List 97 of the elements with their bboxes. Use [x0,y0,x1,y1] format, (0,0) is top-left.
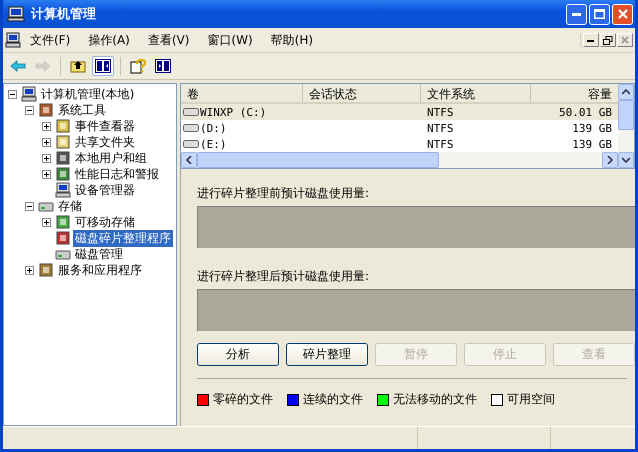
menu-item[interactable]: 操作(A) [79,32,139,48]
scroll-right-button[interactable] [602,152,618,168]
volume-row[interactable]: (E:) NTFS 139 GB [181,136,618,152]
usage-label: 进行碎片整理后预计磁盘使用量: [197,268,370,285]
right-arrow-icon [35,60,51,72]
table-cell-text: 139 GB [571,122,613,134]
usage-label: 进行碎片整理前预计磁盘使用量: [197,185,370,202]
pane-toggle-icon [155,59,171,73]
table-cell-text: NTFS [426,138,454,150]
tree-item[interactable]: 计算机管理(本地) [39,86,136,102]
computer-icon [7,6,25,22]
tree-item[interactable]: 系统工具 [56,102,108,118]
minimize-button[interactable] [583,33,599,47]
left-arrow-icon [10,60,26,72]
close-icon [618,9,628,19]
program-icon [55,118,71,134]
column-header[interactable]: 容量 [531,84,618,102]
maximize-icon [594,9,605,19]
down-chevron-icon [622,157,630,163]
volume-row[interactable]: (D:) NTFS 139 GB [181,120,618,136]
expand-toggle[interactable] [42,122,53,130]
vertical-scrollbar[interactable] [618,84,634,168]
drive-icon [183,107,199,117]
table-cell: (D:) [200,122,226,134]
legend-label: 可用空间 [507,391,555,408]
table-cell: WINXP (C:) [200,106,266,118]
expand-toggle[interactable] [42,170,53,178]
expand-toggle[interactable] [42,218,53,226]
tree-item[interactable]: 磁盘管理 [73,246,125,262]
collapse-toggle[interactable] [25,202,36,210]
action-button[interactable]: 碎片整理 [286,343,368,366]
program-icon [38,262,54,278]
close-icon [621,36,629,44]
tree-item[interactable]: 服务和应用程序 [56,262,144,278]
column-header[interactable]: 会话状态 [303,84,421,102]
volume-row[interactable]: WINXP (C:) NTFS 50.01 GB [181,104,618,120]
program-icon [55,230,71,246]
close-button[interactable] [612,4,633,24]
collapse-toggle[interactable] [8,90,19,98]
maximize-button[interactable] [589,4,610,24]
tree-item[interactable]: 可移动存储 [73,214,137,230]
tree-button[interactable] [92,56,114,76]
restore-button[interactable] [600,33,616,47]
left-chevron-icon [186,156,192,164]
program-icon [55,166,71,182]
menu-item[interactable]: 文件(F) [21,32,80,48]
restore-icon [603,36,613,44]
table-cell-text: NTFS [426,122,454,134]
menu-item[interactable]: 帮助(H) [262,32,322,48]
menu-item[interactable]: 查看(V) [138,32,198,48]
drive-icon [183,123,199,133]
minimize-icon [572,12,581,16]
table-cell-text: 139 GB [571,138,613,150]
window-title: 计算机管理 [31,6,97,23]
scroll-thumb[interactable] [197,152,439,168]
program-icon [55,134,71,150]
legend-label: 零碎的文件 [213,391,273,408]
collapse-toggle[interactable] [25,106,36,114]
scroll-thumb[interactable] [618,100,634,130]
tree-item[interactable]: 存储 [56,198,84,214]
table-cell-text: 50.01 GB [558,106,613,118]
folder-up-icon [70,59,86,73]
minimize-icon [587,38,595,42]
horizontal-scrollbar[interactable] [181,152,618,168]
scroll-down-button[interactable] [618,152,634,168]
tree-item[interactable]: 本地用户和组 [73,150,149,166]
up-chevron-icon [622,89,630,95]
help-icon [130,58,146,74]
expand-toggle[interactable] [42,154,53,162]
legend-label: 无法移动的文件 [393,391,477,408]
computer-icon [21,86,37,102]
tree-item[interactable]: 性能日志和警报 [73,166,161,182]
tree-item[interactable]: 事件查看器 [73,118,137,134]
program-icon [55,214,71,230]
scroll-up-button[interactable] [618,84,634,100]
right-chevron-icon [607,156,613,164]
table-cell: (E:) [200,138,226,150]
table-cell-text: NTFS [426,106,454,118]
pane-toggle-icon [95,59,111,73]
tree-item[interactable]: 共享文件夹 [73,134,137,150]
column-header[interactable]: 卷 [181,84,303,102]
tree-item[interactable]: 磁盘碎片整理程序 [73,230,173,246]
scroll-left-button[interactable] [181,152,197,168]
legend-label: 连续的文件 [303,391,363,408]
expand-toggle[interactable] [25,266,36,274]
close-button[interactable] [617,33,633,47]
computer-icon [5,32,21,48]
panel-button[interactable] [152,56,174,76]
tree-item[interactable]: 设备管理器 [73,182,137,198]
menu-item[interactable]: 窗口(W) [198,32,262,48]
program-icon [55,150,71,166]
action-button[interactable]: 分析 [197,343,279,366]
drive-icon [183,139,199,149]
computer-icon [55,182,71,198]
column-header[interactable]: 文件系统 [421,84,531,102]
expand-toggle[interactable] [42,138,53,146]
program-icon [38,102,54,118]
